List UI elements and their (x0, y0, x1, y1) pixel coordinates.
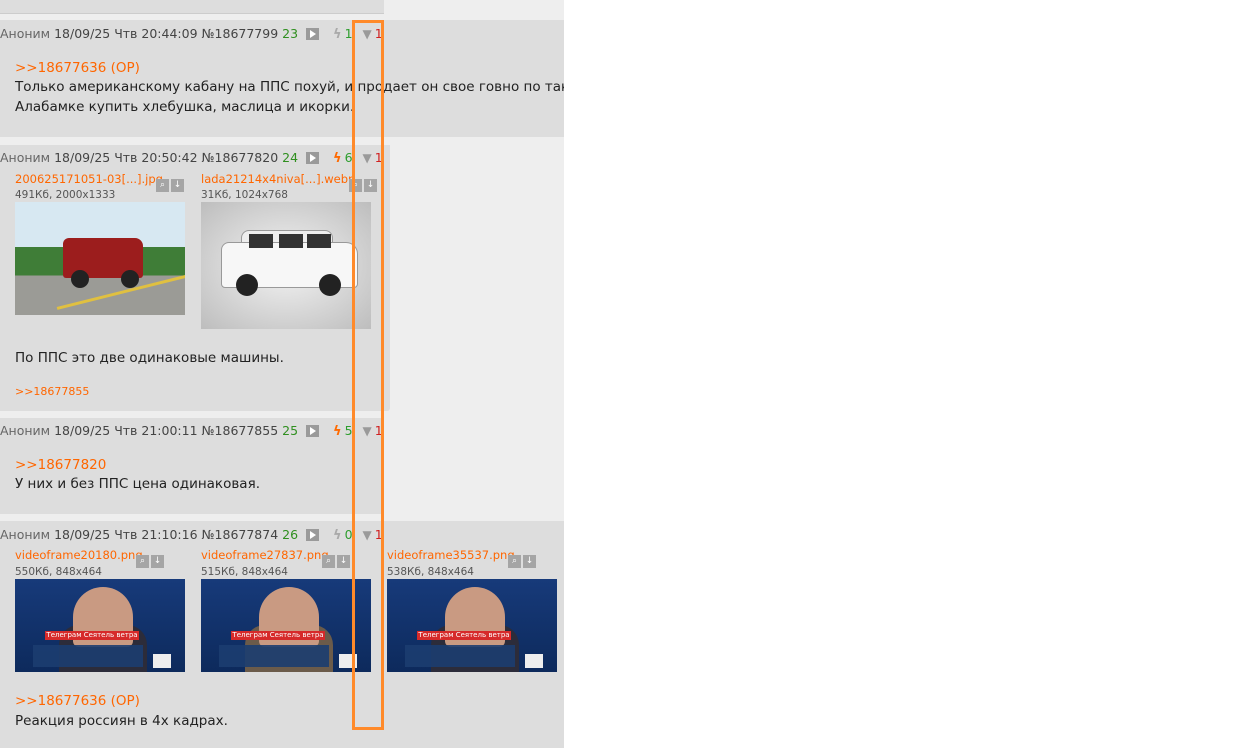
file-actions: ⌕ ↓ (136, 548, 166, 568)
attachment-image-niva-car[interactable] (201, 202, 371, 329)
file-meta: 538Кб, 848x464 (387, 566, 474, 578)
post-number[interactable]: №18677799 (202, 26, 279, 41)
file-actions: ⌕ ↓ (508, 548, 538, 568)
play-icon[interactable] (306, 425, 320, 437)
file-name[interactable]: 200625171051-03[...].jpg (15, 172, 163, 186)
backlink[interactable]: >>18677855 (15, 385, 89, 398)
play-icon[interactable] (306, 28, 320, 40)
file-meta: 515Кб, 848x464 (201, 566, 288, 578)
post-18677799: Аноним 18/09/25 Чтв 20:44:09 №18677799 2… (0, 20, 564, 137)
file-name[interactable]: videoframe35537.png (387, 548, 515, 562)
download-icon[interactable]: ↓ (523, 555, 536, 568)
reply-link[interactable]: >>18677636 (OP) (15, 693, 140, 709)
post-author: Аноним (0, 26, 51, 41)
post-text-line: По ППС это две одинаковые машины. (15, 350, 284, 366)
post-header: Аноним 18/09/25 Чтв 21:10:16 №18677874 2… (0, 527, 383, 543)
post-date: 18/09/25 Чтв 20:44:09 (54, 26, 198, 41)
post-date: 18/09/25 Чтв 21:10:16 (54, 527, 198, 542)
post-author: Аноним (0, 150, 51, 165)
post-header: Аноним 18/09/25 Чтв 21:00:11 №18677855 2… (0, 423, 383, 439)
post-number[interactable]: №18677874 (202, 527, 279, 542)
post-index: 26 (282, 527, 299, 542)
bolt-icon[interactable]: ϟ (333, 27, 342, 42)
previous-post-remnant (0, 0, 384, 14)
post-header: Аноним 18/09/25 Чтв 20:44:09 №18677799 2… (0, 26, 383, 42)
search-icon[interactable]: ⌕ (508, 555, 521, 568)
attachment-image-pickup-truck[interactable] (15, 202, 185, 315)
post-date: 18/09/25 Чтв 20:50:42 (54, 150, 198, 165)
attachment-image-tv-frame[interactable]: Телеграм Сеятель ветра (201, 579, 371, 672)
file-actions: ⌕ ↓ (322, 548, 352, 568)
search-icon[interactable]: ⌕ (156, 179, 169, 192)
post-text-line: Реакция россиян в 4х кадрах. (15, 713, 228, 729)
download-icon[interactable]: ↓ (171, 179, 184, 192)
file-meta: 31Кб, 1024x768 (201, 189, 288, 201)
post-date: 18/09/25 Чтв 21:00:11 (54, 423, 198, 438)
file-name[interactable]: videoframe27837.png (201, 548, 329, 562)
post-number[interactable]: №18677820 (202, 150, 279, 165)
post-18677820: Аноним 18/09/25 Чтв 20:50:42 №18677820 2… (0, 145, 390, 411)
search-icon[interactable]: ⌕ (322, 555, 335, 568)
post-header: Аноним 18/09/25 Чтв 20:50:42 №18677820 2… (0, 150, 383, 166)
post-index: 24 (282, 150, 299, 165)
attachment-image-tv-frame[interactable]: Телеграм Сеятель ветра (15, 579, 185, 672)
tv-caption: Телеграм Сеятель ветра (417, 631, 511, 640)
file-meta: 491Кб, 2000x1333 (15, 189, 116, 201)
file-name[interactable]: lada21214x4niva[...].webp (201, 172, 355, 186)
post-text-line: Только американскому кабану на ППС похуй… (15, 79, 564, 95)
download-icon[interactable]: ↓ (151, 555, 164, 568)
post-index: 23 (282, 26, 299, 41)
bolt-icon[interactable]: ϟ (333, 424, 342, 439)
post-index: 25 (282, 423, 299, 438)
play-icon[interactable] (306, 152, 320, 164)
reply-link[interactable]: >>18677820 (15, 457, 106, 473)
tv-caption: Телеграм Сеятель ветра (231, 631, 325, 640)
reply-link[interactable]: >>18677636 (OP) (15, 60, 140, 76)
file-actions: ⌕ ↓ (156, 172, 186, 192)
post-18677855: Аноним 18/09/25 Чтв 21:00:11 №18677855 2… (0, 418, 384, 514)
bolt-icon[interactable]: ϟ (333, 151, 342, 166)
download-icon[interactable]: ↓ (337, 555, 350, 568)
post-number[interactable]: №18677855 (202, 423, 279, 438)
highlight-box (352, 20, 384, 730)
thread-board: Аноним 18/09/25 Чтв 20:44:09 №18677799 2… (0, 0, 564, 748)
post-author: Аноним (0, 527, 51, 542)
bolt-icon[interactable]: ϟ (333, 528, 342, 543)
file-name[interactable]: videoframe20180.png (15, 548, 143, 562)
post-text-line: Алабамке купить хлебушка, маслица и икор… (15, 99, 355, 115)
post-text-line: У них и без ППС цена одинаковая. (15, 476, 260, 492)
tv-caption: Телеграм Сеятель ветра (45, 631, 139, 640)
attachment-image-tv-frame[interactable]: Телеграм Сеятель ветра (387, 579, 557, 672)
post-18677874: Аноним 18/09/25 Чтв 21:10:16 №18677874 2… (0, 521, 564, 748)
play-icon[interactable] (306, 529, 320, 541)
post-author: Аноним (0, 423, 51, 438)
search-icon[interactable]: ⌕ (136, 555, 149, 568)
file-meta: 550Кб, 848x464 (15, 566, 102, 578)
